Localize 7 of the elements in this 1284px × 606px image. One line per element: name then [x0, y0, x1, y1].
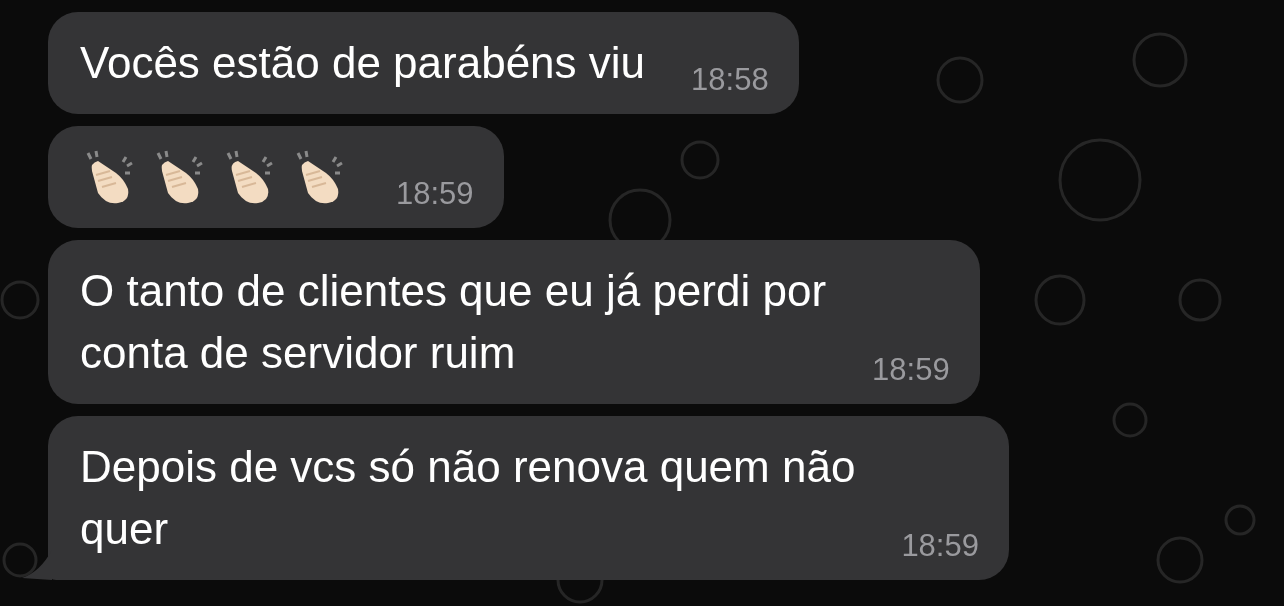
- message-time: 18:59: [396, 175, 474, 213]
- message-text: O tanto de clientes que eu já perdi por conta de servidor ruim: [80, 265, 827, 379]
- message-text: Vocês estão de parabéns viu: [80, 37, 646, 89]
- message-time: 18:58: [691, 61, 769, 99]
- message-time: 18:59: [872, 351, 950, 389]
- message-time: 18:59: [901, 527, 979, 565]
- message-text: Depois de vcs só não renova quem não quer: [80, 441, 856, 555]
